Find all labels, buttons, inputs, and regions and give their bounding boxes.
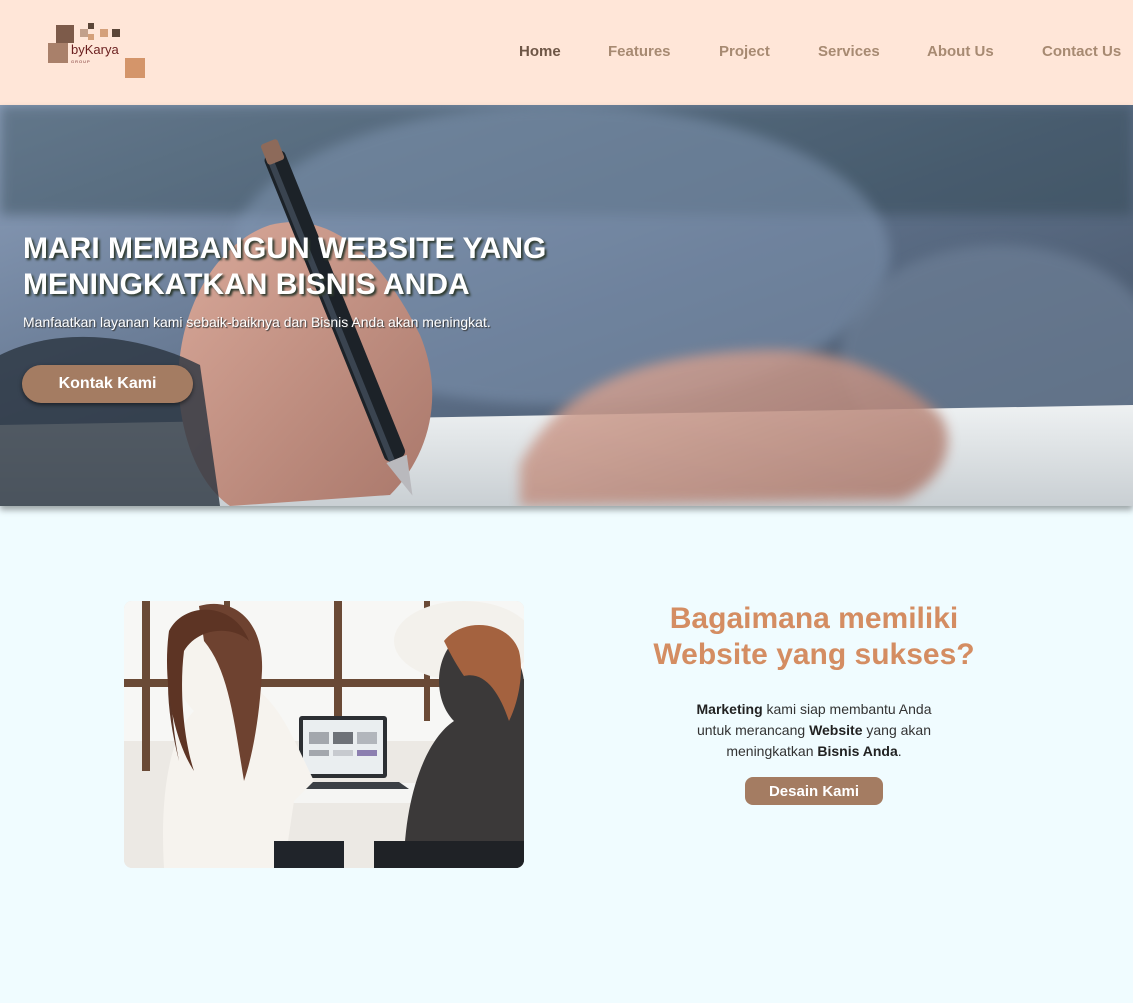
hero-background-image bbox=[0, 105, 1133, 506]
nav-contact-us[interactable]: Contact Us bbox=[1042, 43, 1121, 60]
logo-square bbox=[88, 23, 94, 29]
logo-square bbox=[56, 25, 74, 43]
logo-square bbox=[88, 34, 94, 40]
design-button[interactable]: Desain Kami bbox=[745, 777, 883, 805]
team-photo-image bbox=[124, 601, 524, 868]
nav-about-us[interactable]: About Us bbox=[927, 43, 994, 60]
about-desc-bold: Marketing bbox=[696, 701, 763, 717]
logo-square bbox=[112, 29, 120, 37]
about-desc-bold: Website bbox=[809, 722, 863, 738]
logo-square bbox=[100, 29, 108, 37]
about-desc-bold: Bisnis Anda bbox=[817, 743, 898, 759]
about-description: Marketing kami siap membantu Anda untuk … bbox=[684, 699, 944, 762]
nav-features[interactable]: Features bbox=[608, 43, 671, 60]
nav-project[interactable]: Project bbox=[719, 43, 770, 60]
about-desc-text: . bbox=[897, 743, 902, 759]
site-header: byKarya GROUP Home Features Project Serv… bbox=[0, 0, 1133, 105]
hero-banner: MARI MEMBANGUN WEBSITE YANG MENINGKATKAN… bbox=[0, 105, 1133, 506]
team-photo bbox=[124, 601, 524, 868]
about-section: Bagaimana memiliki Website yang sukses? … bbox=[614, 601, 1014, 805]
main-nav: Home Features Project Services About Us … bbox=[0, 43, 1133, 63]
hero-subtitle: Manfaatkan layanan kami sebaik-baiknya d… bbox=[23, 314, 491, 330]
nav-home[interactable]: Home bbox=[519, 43, 561, 60]
about-heading: Bagaimana memiliki Website yang sukses? bbox=[653, 602, 975, 671]
contact-button[interactable]: Kontak Kami bbox=[22, 365, 193, 403]
hero-title: MARI MEMBANGUN WEBSITE YANG MENINGKATKAN… bbox=[23, 232, 547, 301]
logo-square bbox=[80, 29, 88, 37]
nav-services[interactable]: Services bbox=[818, 43, 880, 60]
